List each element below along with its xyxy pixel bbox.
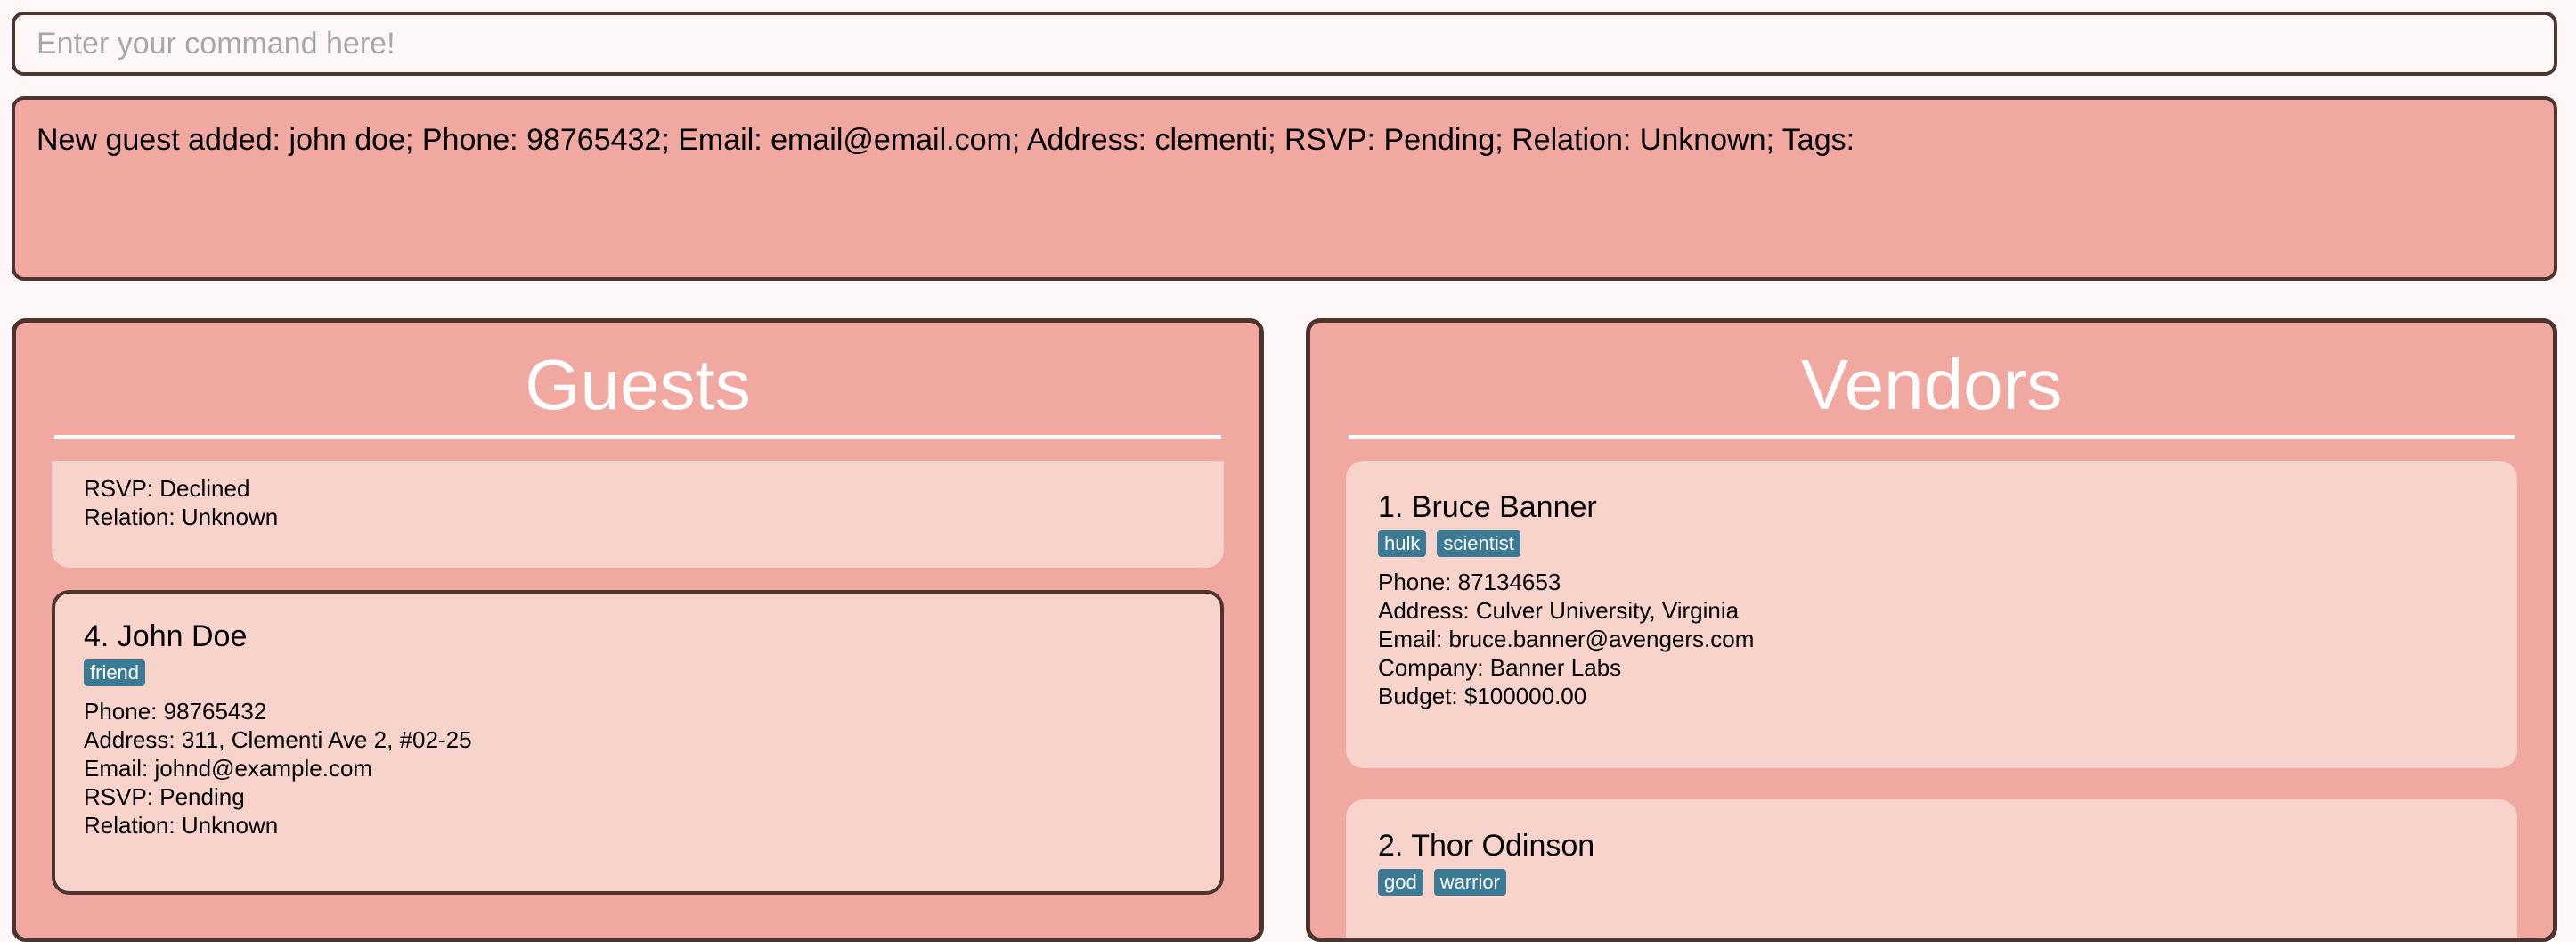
- command-box[interactable]: [12, 12, 2557, 76]
- vendors-panel: Vendors 1. Bruce Banner hulk scientist P…: [1306, 318, 2557, 942]
- guest-tags: friend: [84, 659, 1192, 686]
- guests-title: Guests: [525, 345, 751, 424]
- guests-panel: Guests RSVP: Declined Relation: Unknown …: [12, 318, 1264, 942]
- tag: friend: [84, 659, 146, 686]
- tag: warrior: [1433, 869, 1506, 896]
- guest-card-selected[interactable]: 4. John Doe friend Phone: 98765432 Addre…: [52, 590, 1224, 895]
- guest-name: 4. John Doe: [84, 619, 248, 653]
- vendors-title: Vendors: [1800, 345, 2063, 424]
- tag: hulk: [1378, 530, 1427, 557]
- vendor-email: Email: bruce.banner@avengers.com: [1378, 626, 1755, 652]
- guest-rsvp: RSVP: Pending: [84, 783, 245, 810]
- guest-list[interactable]: RSVP: Declined Relation: Unknown 4. John…: [16, 461, 1259, 938]
- guest-address: Address: 311, Clementi Ave 2, #02-25: [84, 726, 472, 753]
- vendor-address: Address: Culver University, Virginia: [1378, 597, 1740, 624]
- guest-email: Email: johnd@example.com: [84, 755, 373, 782]
- result-text: New guest added: john doe; Phone: 987654…: [37, 123, 1855, 157]
- vendor-list[interactable]: 1. Bruce Banner hulk scientist Phone: 87…: [1310, 461, 2553, 938]
- vendor-company: Company: Banner Labs: [1378, 654, 1622, 681]
- tag: scientist: [1437, 530, 1520, 557]
- tag: god: [1378, 869, 1423, 896]
- guests-title-divider: [54, 435, 1221, 439]
- guest-relation: Relation: Unknown: [84, 812, 279, 839]
- vendor-tags: god warrior: [1378, 869, 2485, 896]
- vendors-title-divider: [1349, 435, 2515, 439]
- guest-phone: Phone: 98765432: [84, 698, 267, 725]
- vendor-phone: Phone: 87134653: [1378, 569, 1561, 595]
- guest-relation: Relation: Unknown: [84, 504, 279, 530]
- vendor-name: 2. Thor Odinson: [1378, 829, 1595, 863]
- vendor-card[interactable]: 1. Bruce Banner hulk scientist Phone: 87…: [1346, 461, 2517, 768]
- vendor-budget: Budget: $100000.00: [1378, 683, 1587, 709]
- guest-card[interactable]: RSVP: Declined Relation: Unknown: [52, 461, 1224, 568]
- command-input[interactable]: [35, 25, 2534, 62]
- vendor-card[interactable]: 2. Thor Odinson god warrior: [1346, 799, 2517, 938]
- guest-rsvp: RSVP: Declined: [84, 475, 250, 502]
- vendor-name: 1. Bruce Banner: [1378, 490, 1597, 524]
- result-display: New guest added: john doe; Phone: 987654…: [12, 96, 2557, 281]
- vendor-tags: hulk scientist: [1378, 530, 2485, 557]
